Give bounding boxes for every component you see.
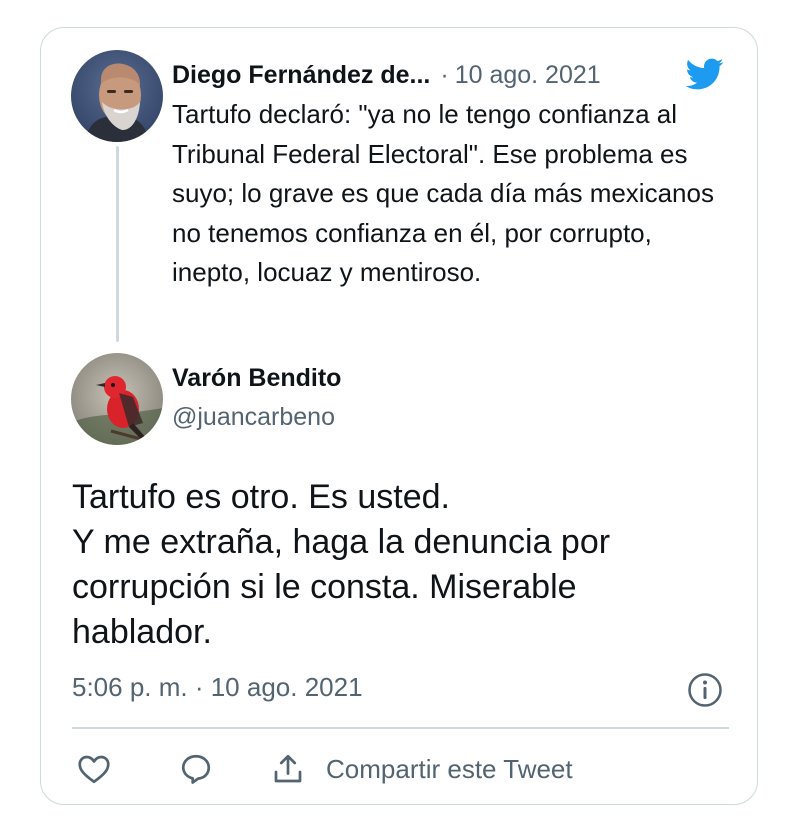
tweet-timestamp[interactable]: 5:06 p. m. · 10 ago. 2021 [72, 672, 363, 703]
reply-text-line: hablador. [72, 613, 212, 651]
reply-button[interactable] [178, 750, 214, 788]
reply-author-handle[interactable]: @juancarbeno [172, 403, 335, 432]
red-bird-avatar-icon [71, 353, 163, 445]
share-label: Compartir este Tweet [326, 753, 573, 784]
share-icon [274, 754, 302, 783]
twitter-bird-icon[interactable] [681, 54, 727, 94]
quoted-author-avatar[interactable] [71, 50, 163, 142]
reply-tweet-text: Tartufo es otro. Es usted. Y me extraña,… [72, 475, 732, 655]
reply-text-line: Y me extraña, haga la denuncia por [72, 523, 611, 561]
share-tweet-button[interactable]: Compartir este Tweet [270, 750, 573, 788]
action-divider [72, 727, 729, 729]
reply-author-name[interactable]: Varón Bendito [172, 364, 341, 393]
quoted-tweet-date[interactable]: 10 ago. 2021 [455, 61, 601, 90]
thread-connector-line [116, 146, 119, 342]
reply-text-line: Tartufo es otro. Es usted. [72, 478, 450, 516]
quoted-tweet-header: Diego Fernández de... · 10 ago. 2021 [172, 56, 601, 94]
reply-bubble-icon [181, 754, 211, 784]
like-button[interactable] [76, 750, 112, 788]
avatar-photo-icon [71, 50, 163, 142]
reply-author-avatar[interactable] [71, 353, 163, 445]
reply-text-line: corrupción si le consta. Miserable [72, 568, 577, 606]
heart-icon [78, 755, 110, 784]
header-separator: · [440, 60, 449, 89]
info-icon[interactable] [687, 672, 723, 708]
quoted-author-name[interactable]: Diego Fernández de... [172, 61, 430, 90]
quoted-tweet-text: Tartufo declaró: "ya no le tengo confian… [172, 99, 714, 287]
